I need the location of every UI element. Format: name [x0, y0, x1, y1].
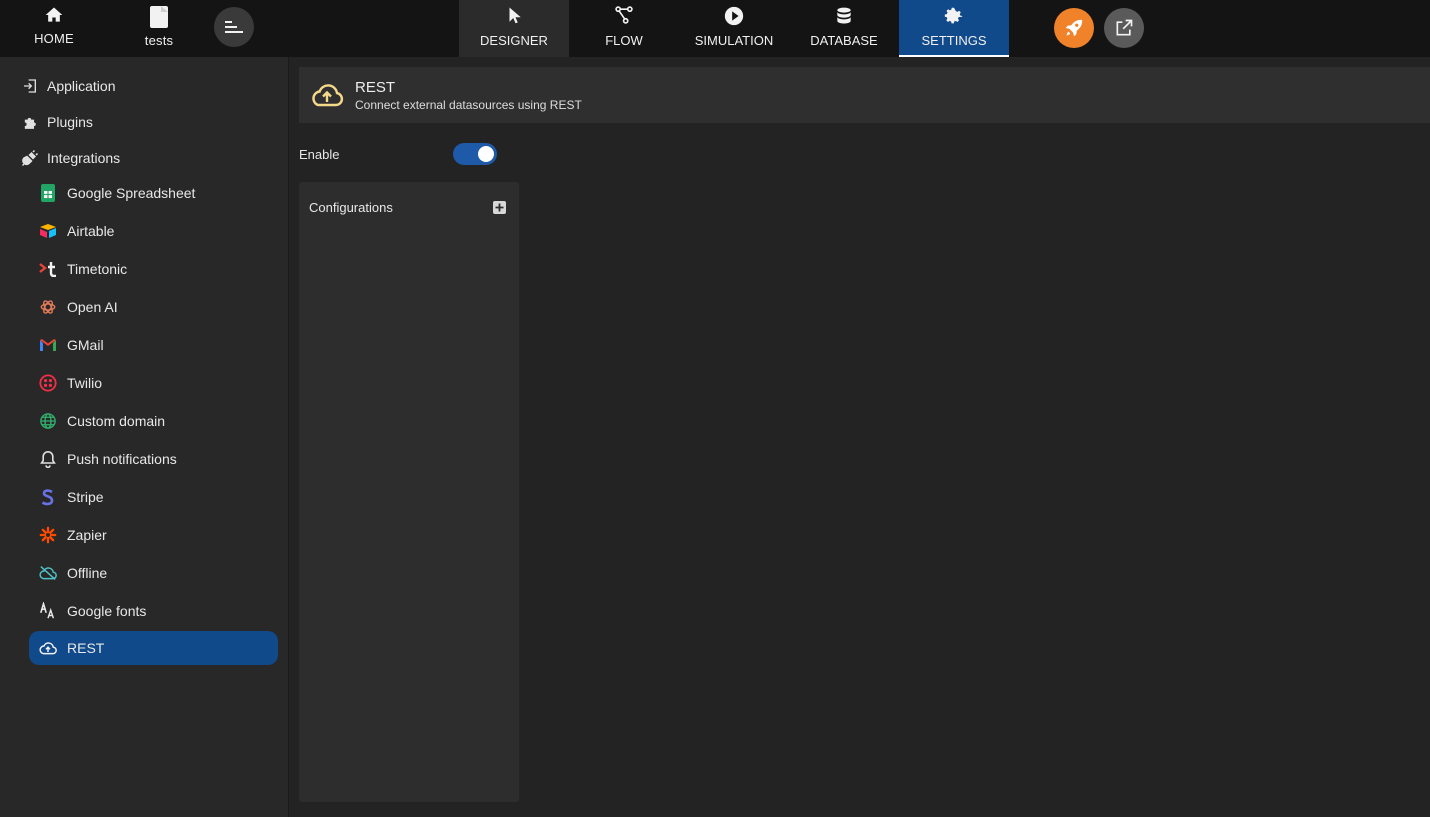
home-icon: [45, 7, 63, 22]
toggle-knob: [478, 146, 494, 162]
sidebar-item-plugins[interactable]: Plugins: [20, 107, 93, 137]
sidebar-item-timetonic[interactable]: Timetonic: [38, 254, 127, 284]
tab-designer[interactable]: DESIGNER: [459, 0, 569, 57]
sidebar-item-label: REST: [67, 640, 105, 656]
external-link-icon: [1116, 19, 1133, 36]
project-label: tests: [144, 33, 174, 48]
page-subtitle: Connect external datasources using REST: [355, 97, 582, 112]
main-content: REST Connect external datasources using …: [290, 57, 1430, 817]
google-sheets-icon: [38, 183, 58, 203]
sidebar-item-label: Open AI: [67, 299, 118, 315]
add-configuration-button[interactable]: [493, 201, 506, 214]
play-icon: [724, 6, 744, 26]
sidebar-item-label: Zapier: [67, 527, 107, 543]
enable-toggle[interactable]: [453, 143, 497, 165]
globe-icon: [38, 411, 58, 431]
sidebar-item-zapier[interactable]: Zapier: [38, 520, 107, 550]
sidebar-item-integrations[interactable]: Integrations: [20, 143, 120, 173]
sidebar-item-gmail[interactable]: GMail: [38, 330, 104, 360]
flow-icon: [615, 6, 633, 24]
sidebar-item-airtable[interactable]: Airtable: [38, 216, 114, 246]
rocket-icon: [1065, 19, 1083, 37]
cloud-upload-icon: [38, 638, 58, 658]
timetonic-icon: [38, 259, 58, 279]
cloud-off-icon: [38, 563, 58, 583]
sidebar-item-label: Push notifications: [67, 451, 177, 467]
sidebar-item-label: GMail: [67, 337, 104, 353]
tab-settings-label: SETTINGS: [921, 33, 987, 48]
sidebar-item-label: Offline: [67, 565, 108, 581]
sidebar-item-label: Stripe: [67, 489, 104, 505]
database-icon: [837, 7, 851, 24]
sidebar-item-label: Airtable: [67, 223, 115, 239]
sidebar-item-custom-domain[interactable]: Custom domain: [38, 406, 165, 436]
plus-icon: [495, 203, 504, 212]
tab-settings[interactable]: SETTINGS: [899, 0, 1009, 57]
sidebar-item-stripe[interactable]: Stripe: [38, 482, 104, 512]
cloud-upload-icon: [310, 78, 344, 112]
home-label: HOME: [34, 31, 74, 46]
sidebar-item-label: Timetonic: [67, 261, 128, 277]
sidebar-item-google-fonts[interactable]: Google fonts: [38, 596, 146, 626]
configurations-title: Configurations: [309, 200, 393, 215]
sidebar-item-push-notifications[interactable]: Push notifications: [38, 444, 177, 474]
tab-flow-label: FLOW: [605, 33, 643, 48]
sidebar-item-label: Plugins: [47, 114, 93, 130]
tab-database-label: DATABASE: [810, 33, 878, 48]
sidebar-item-label: Google fonts: [67, 603, 147, 619]
tab-simulation-label: SIMULATION: [694, 33, 774, 48]
zapier-icon: [38, 525, 58, 545]
document-icon: [150, 6, 168, 28]
twilio-icon: [38, 373, 58, 393]
sidebar: Application Plugins Integrations Google …: [0, 57, 289, 817]
integration-header: REST Connect external datasources using …: [299, 67, 1430, 123]
home-button[interactable]: HOME: [14, 0, 94, 57]
tab-database[interactable]: DATABASE: [789, 0, 899, 57]
stripe-icon: [38, 487, 58, 507]
menu-icon: [225, 21, 243, 33]
sidebar-item-label: Custom domain: [67, 413, 166, 429]
gear-icon: [944, 7, 963, 24]
gmail-icon: [38, 335, 58, 355]
tab-designer-label: DESIGNER: [480, 33, 548, 48]
sidebar-item-label: Application: [47, 78, 116, 94]
open-external-button[interactable]: [1104, 8, 1144, 48]
sidebar-item-label: Google Spreadsheet: [67, 185, 196, 201]
sidebar-item-open-ai[interactable]: Open AI: [38, 292, 118, 322]
menu-button[interactable]: [214, 7, 254, 47]
bell-icon: [38, 449, 58, 469]
enable-label: Enable: [299, 147, 340, 162]
project-button[interactable]: tests: [119, 0, 199, 57]
tab-flow[interactable]: FLOW: [569, 0, 679, 57]
sidebar-item-label: Twilio: [67, 375, 103, 391]
sidebar-item-google-spreadsheet[interactable]: Google Spreadsheet: [38, 178, 195, 208]
configurations-panel: Configurations: [299, 182, 519, 802]
publish-button[interactable]: [1054, 8, 1094, 48]
sidebar-item-label: Integrations: [47, 150, 121, 166]
openai-icon: [38, 297, 58, 317]
sidebar-item-application[interactable]: Application: [20, 71, 116, 101]
login-icon: [20, 76, 40, 96]
sidebar-item-rest[interactable]: REST: [29, 631, 278, 665]
top-bar: HOME tests DESIGNER FLOW SIMULATION DATA…: [0, 0, 1430, 57]
plug-icon: [20, 148, 40, 168]
airtable-icon: [38, 221, 58, 241]
font-icon: [38, 601, 58, 621]
cursor-icon: [509, 7, 521, 24]
tab-simulation[interactable]: SIMULATION: [679, 0, 789, 57]
puzzle-icon: [20, 112, 40, 132]
sidebar-item-twilio[interactable]: Twilio: [38, 368, 102, 398]
sidebar-item-offline[interactable]: Offline: [38, 558, 107, 588]
page-title: REST: [355, 78, 396, 96]
